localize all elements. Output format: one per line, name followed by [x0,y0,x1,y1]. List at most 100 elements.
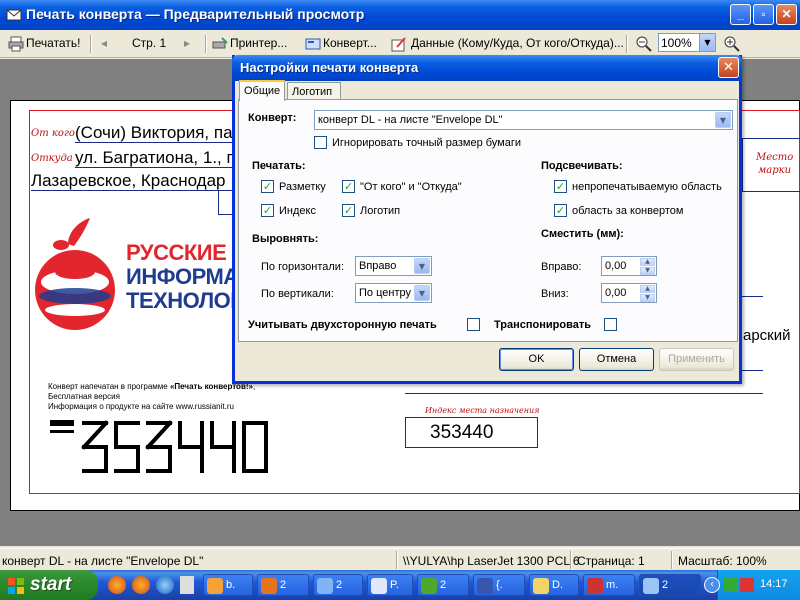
envelope-select[interactable]: конверт DL - на листе "Envelope DL" ▼ [314,110,733,130]
tray-expand-icon[interactable]: ‹ [704,577,720,593]
status-printer: \\YULYA\hp LaserJet 1300 PCL 6 [403,554,580,568]
task-button[interactable]: {. [473,574,525,596]
data-button[interactable]: Данные (Кому/Куда, От кого/Откуда)... [411,36,624,50]
windows-logo-icon [8,578,24,594]
maximize-button[interactable]: ▫ [753,4,774,25]
duplex-checkbox[interactable] [467,318,480,331]
chevron-down-icon[interactable]: ▼ [699,34,715,51]
print-index-checkbox[interactable]: ✓ [261,204,274,217]
quick-launch [104,574,196,596]
envelope-icon [305,38,321,50]
minimize-button[interactable]: _ [730,4,751,25]
tab-general[interactable]: Общие [239,80,285,101]
print-logo-checkbox[interactable]: ✓ [342,204,355,217]
print-logo-label: Логотип [360,205,401,217]
firefox-icon[interactable] [132,576,150,594]
status-envelope: конверт DL - на листе "Envelope DL" [2,554,204,568]
highlight-nonprint-checkbox[interactable]: ✓ [554,180,567,193]
apply-button[interactable]: Применить [659,348,734,371]
tab-panel-general: Конверт: конверт DL - на листе "Envelope… [238,99,738,342]
printer-button[interactable]: Принтер... [230,36,287,50]
start-label: start [30,574,72,595]
align-h-select[interactable]: Вправо ▼ [355,256,432,276]
window-title: Печать конверта — Предварительный просмо… [26,6,365,22]
align-header: Выровнять: [252,233,319,245]
from-label: От кого [31,128,75,139]
index-digit [114,421,140,473]
ignore-size-checkbox[interactable] [314,136,327,149]
program-note-3: Информация о продукте на сайте www.russi… [48,402,234,411]
align-v-label: По вертикали: [261,288,334,300]
zoom-in-icon[interactable] [724,36,740,52]
print-markup-label: Разметку [279,181,326,193]
shift-down-label: Вниз: [541,288,569,300]
print-header: Печатать: [252,160,306,172]
duplex-label: Учитывать двухсторонную печать [248,319,437,331]
program-note-2: Бесплатная версия [48,392,120,401]
index-digit [145,420,173,473]
program-note-1: Конверт напечатан в программе «Печать ко… [48,382,256,391]
shift-right-spinner[interactable]: 0,00 ▲ ▼ [601,256,657,276]
task-button[interactable]: b. [203,574,253,596]
highlight-outside-checkbox[interactable]: ✓ [554,204,567,217]
shift-down-spinner[interactable]: 0,00 ▲ ▼ [601,283,657,303]
shift-down-value: 0,00 [605,287,627,299]
index-digit [210,421,236,473]
zoom-select[interactable]: 100% ▼ [658,33,716,52]
to-region-fragment: арский [743,327,791,344]
zoom-out-icon[interactable] [636,36,652,52]
task-button[interactable]: 2 [313,574,363,596]
stamp-label-2: марки [758,165,792,176]
ok-button[interactable]: OK [499,348,574,371]
zoom-value: 100% [661,36,692,50]
print-markup-checkbox[interactable]: ✓ [261,180,274,193]
logo-text-line3: ТЕХНОЛОГ [126,288,243,313]
cancel-button[interactable]: Отмена [579,348,654,371]
clock: 14:17 [760,578,788,590]
envelope-app-icon [6,9,22,21]
print-from-checkbox[interactable]: ✓ [342,180,355,193]
tray-app-icon[interactable] [740,578,754,592]
task-button[interactable]: m. [583,574,635,596]
task-button-active[interactable]: 2 [639,574,701,596]
print-button[interactable]: Печатать! [26,36,80,50]
chevron-down-icon[interactable]: ▼ [715,112,731,128]
next-page-icon[interactable]: ▸ [184,36,190,50]
where-label: Откуда [31,153,73,164]
from-value: (Сочи) Виктория, па [75,123,233,142]
firefox-icon[interactable] [108,576,126,594]
dialog-close-button[interactable]: ✕ [718,57,739,78]
spin-down-icon[interactable]: ▼ [640,294,655,302]
window-titlebar[interactable]: Печать конверта — Предварительный просмо… [0,0,800,30]
ignore-size-label: Игнорировать точный размер бумаги [332,137,522,149]
spin-down-icon[interactable]: ▼ [640,267,655,275]
chevron-down-icon[interactable]: ▼ [414,258,430,274]
align-v-value: По центру [359,287,411,299]
task-button[interactable]: D. [529,574,579,596]
prev-page-icon[interactable]: ◂ [101,36,107,50]
highlight-outside-label: область за конвертом [572,205,684,217]
align-v-select[interactable]: По центру ▼ [355,283,432,303]
align-h-label: По горизонтали: [261,261,344,273]
task-button[interactable]: 2 [417,574,469,596]
start-button[interactable]: start [0,570,98,600]
transpose-checkbox[interactable] [604,318,617,331]
russianit-logo-icon [35,218,115,330]
status-scale: Масштаб: 100% [678,554,767,568]
tray-app-icon[interactable] [724,578,738,592]
spin-up-icon[interactable]: ▲ [640,285,655,293]
close-button[interactable]: ✕ [776,4,797,25]
align-h-value: Вправо [359,260,397,272]
envelope-button[interactable]: Конверт... [323,36,377,50]
index-digit [81,420,109,473]
ie-icon[interactable] [156,576,174,594]
dialog-titlebar[interactable]: Настройки печати конверта ✕ [232,55,742,81]
print-index-label: Индекс [279,205,316,217]
show-desktop-icon[interactable] [180,576,194,594]
stamp-label-1: Место [756,152,794,163]
task-button[interactable]: P. [367,574,413,596]
spin-up-icon[interactable]: ▲ [640,258,655,266]
chevron-down-icon[interactable]: ▼ [414,285,430,301]
task-button[interactable]: 2 [257,574,309,596]
system-tray: ‹ 14:17 [704,570,800,600]
